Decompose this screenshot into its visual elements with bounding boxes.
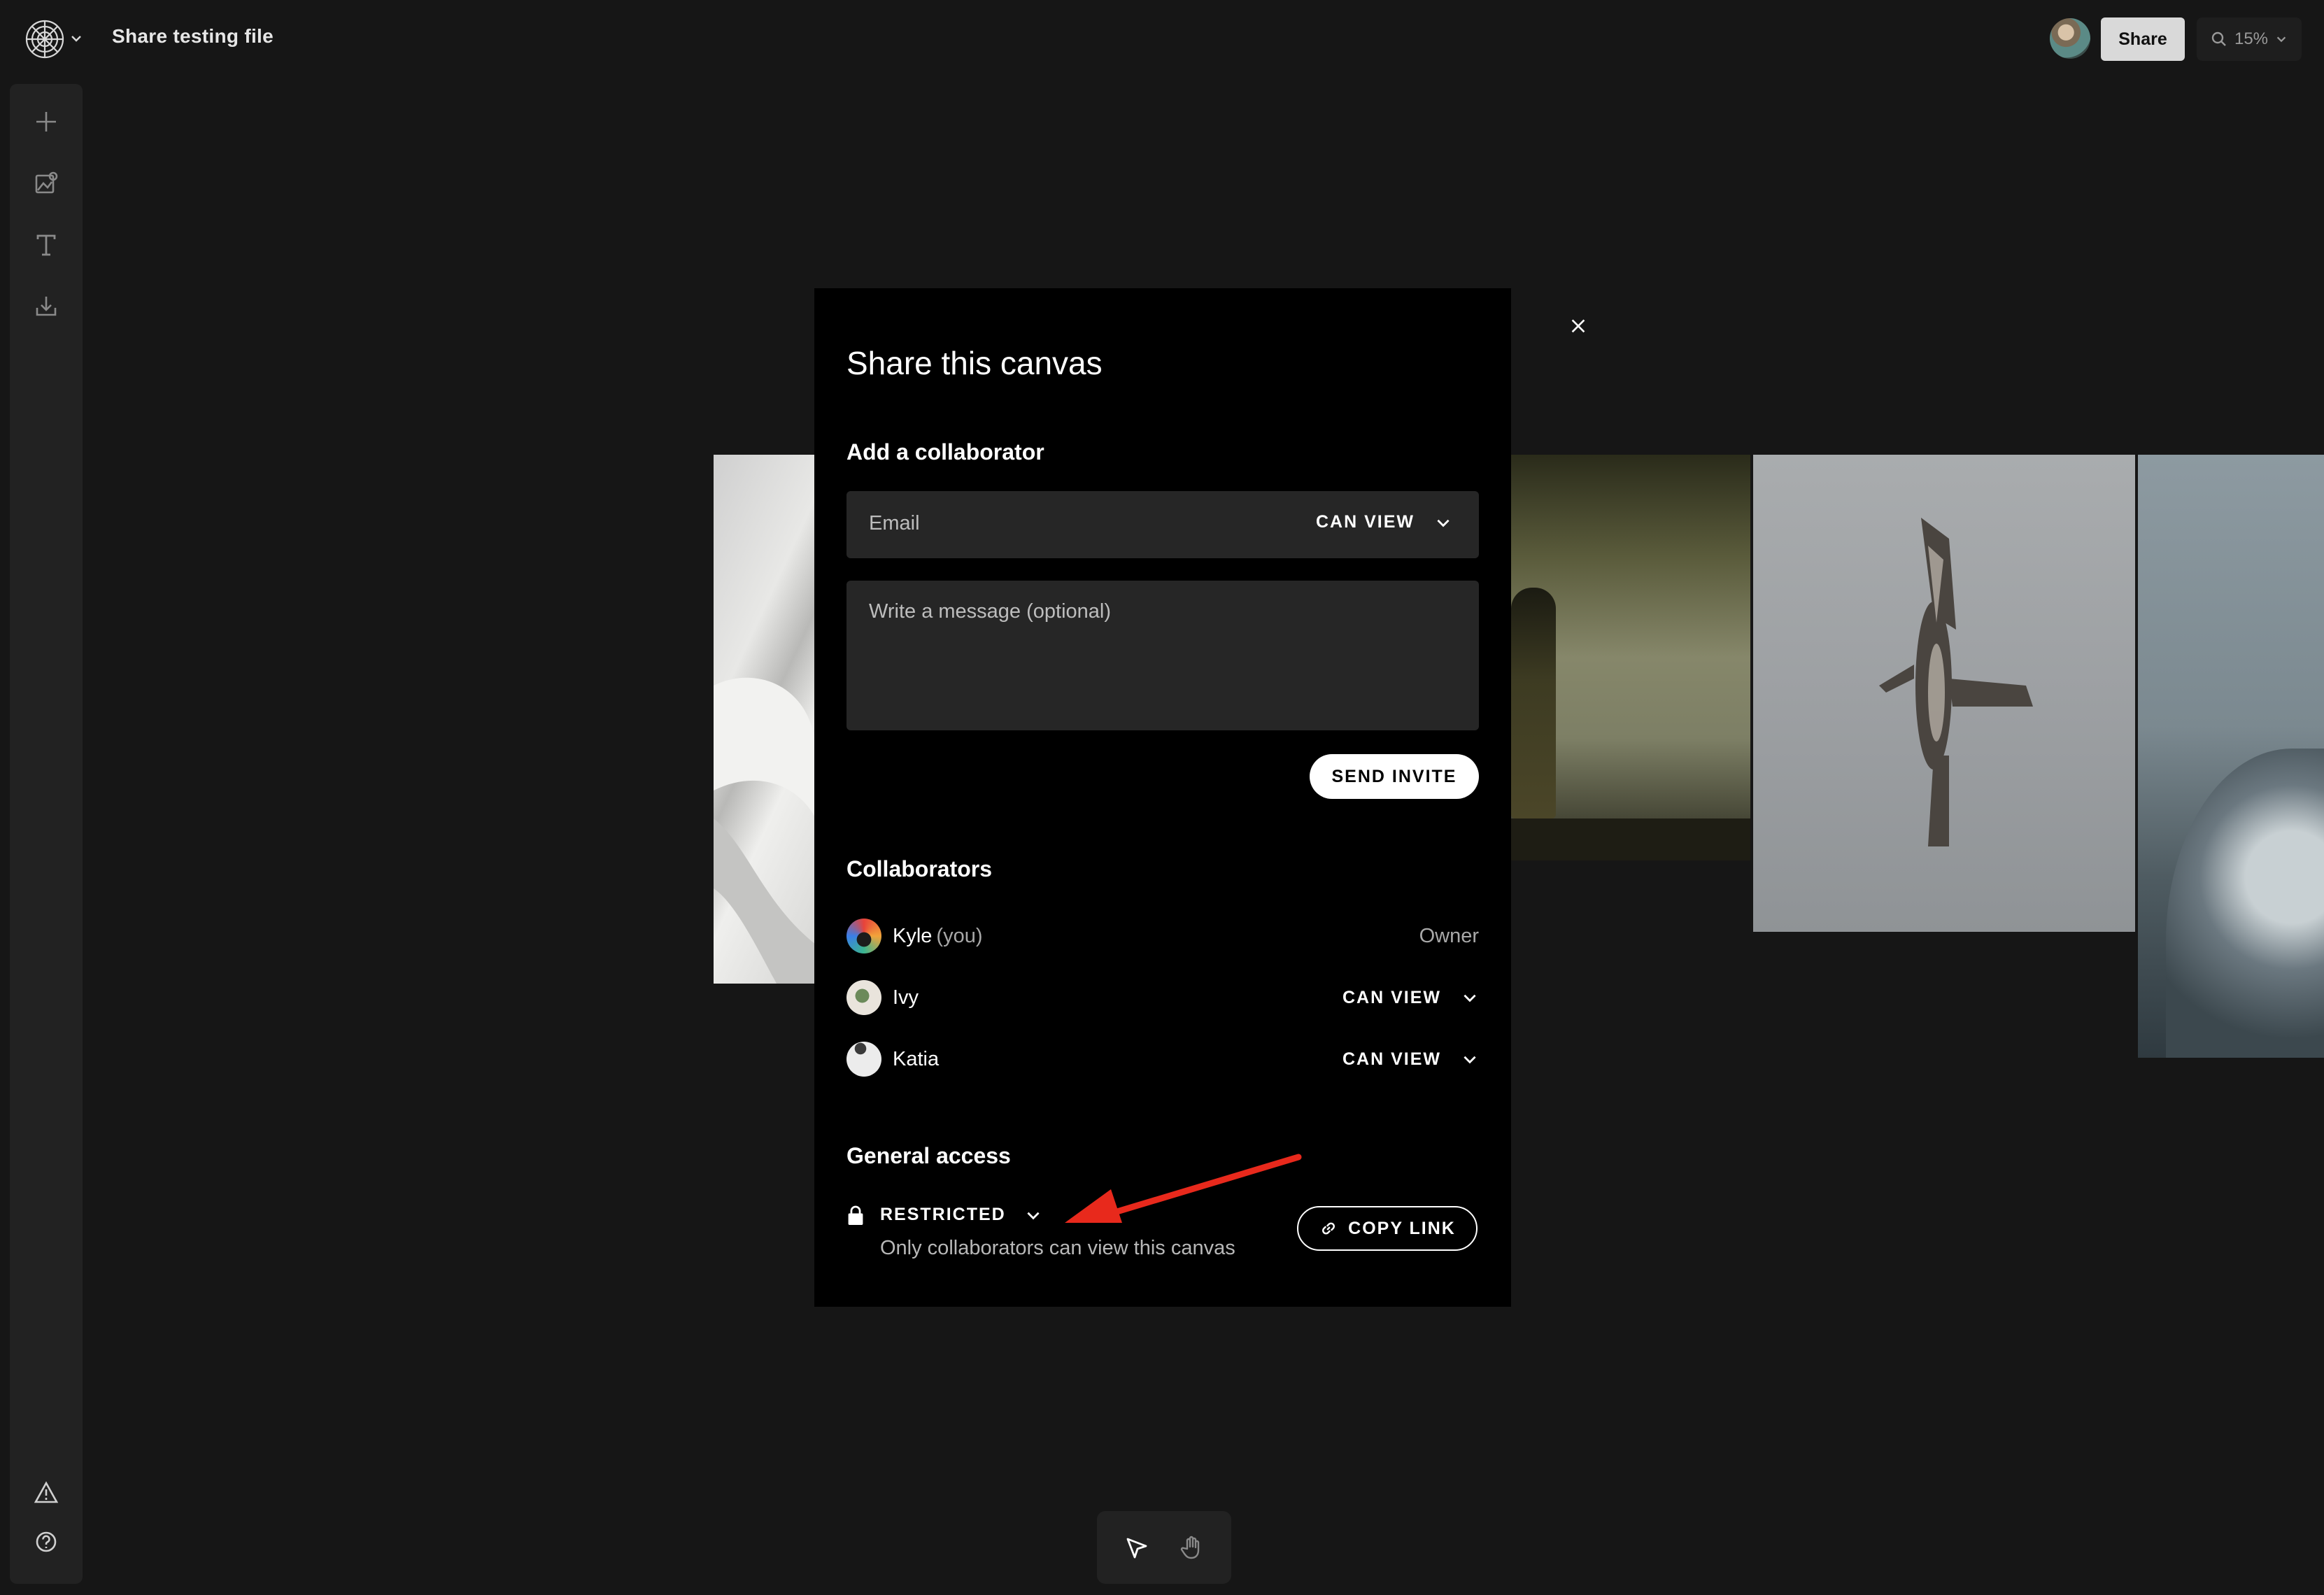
email-field[interactable]: Email CAN VIEW xyxy=(846,491,1479,558)
permission-select[interactable]: CAN VIEW xyxy=(1342,988,1479,1008)
collaborators-heading: Collaborators xyxy=(846,856,993,881)
message-placeholder: Write a message (optional) xyxy=(869,600,1112,623)
collaborator-name: Ivy xyxy=(893,986,919,1009)
chevron-down-icon xyxy=(1027,1212,1040,1219)
annotation-arrow xyxy=(1065,1154,1302,1223)
avatar xyxy=(846,1042,881,1077)
close-icon[interactable] xyxy=(1564,312,1592,340)
file-title[interactable]: Share testing file xyxy=(112,25,274,48)
send-invite-button[interactable]: SEND INVITE xyxy=(1310,754,1479,799)
add-collaborator-heading: Add a collaborator xyxy=(846,439,1044,465)
collaborator-row: Katia CAN VIEW xyxy=(846,1040,1479,1079)
chevron-down-icon[interactable] xyxy=(69,31,84,46)
chevron-down-icon xyxy=(1437,519,1450,527)
chevron-down-icon xyxy=(1464,994,1476,1002)
bottom-toolbar xyxy=(1097,1511,1231,1584)
message-field[interactable]: Write a message (optional) xyxy=(846,581,1479,730)
copy-link-label: COPY LINK xyxy=(1348,1218,1456,1238)
you-label: (you) xyxy=(936,924,983,947)
avatar xyxy=(846,980,881,1015)
zoom-level: 15% xyxy=(2234,29,2269,48)
left-toolbar xyxy=(10,84,83,1584)
permission-label: CAN VIEW xyxy=(1316,512,1415,532)
figure xyxy=(1511,588,1556,818)
pointer-icon[interactable] xyxy=(1121,1532,1152,1563)
canvas-image-mountain[interactable] xyxy=(2138,455,2324,1058)
logo-icon[interactable] xyxy=(24,17,69,62)
access-description: Only collaborators can view this canvas xyxy=(880,1237,1235,1259)
canvas-image-hawk[interactable] xyxy=(1753,455,2135,932)
warning-icon[interactable] xyxy=(31,1477,62,1508)
general-access-heading: General access xyxy=(846,1143,1011,1168)
upload-icon[interactable] xyxy=(31,291,62,322)
rock xyxy=(2166,749,2324,1058)
chevron-down-icon xyxy=(1464,1056,1476,1064)
canvas-image-fabric[interactable] xyxy=(714,455,816,984)
hand-icon[interactable] xyxy=(1177,1532,1207,1563)
text-icon[interactable] xyxy=(31,229,62,260)
image-icon[interactable] xyxy=(31,168,62,199)
share-button[interactable]: Share xyxy=(2101,17,2185,61)
chevron-down-icon xyxy=(2276,36,2286,43)
help-icon[interactable] xyxy=(31,1526,62,1557)
collaborator-row: Kyle (you) Owner xyxy=(846,916,1479,956)
access-level-select[interactable]: RESTRICTED xyxy=(880,1205,1042,1225)
plus-icon[interactable] xyxy=(31,106,62,137)
collaborator-row: Ivy CAN VIEW xyxy=(846,978,1479,1017)
user-avatar[interactable] xyxy=(2050,18,2090,59)
owner-label: Owner xyxy=(1419,924,1479,947)
collaborator-name: Kyle xyxy=(893,924,933,947)
collaborator-name: Katia xyxy=(893,1047,940,1070)
permission-select[interactable]: CAN VIEW xyxy=(1342,1049,1479,1070)
email-placeholder: Email xyxy=(869,512,920,534)
canvas-image-woman[interactable] xyxy=(1511,455,1750,860)
dialog-title: Share this canvas xyxy=(846,345,1103,381)
zoom-control[interactable]: 15% xyxy=(2197,17,2302,61)
copy-link-button[interactable]: COPY LINK xyxy=(1297,1206,1478,1251)
lock-icon xyxy=(846,1205,867,1230)
permission-label: CAN VIEW xyxy=(1342,987,1441,1007)
search-icon xyxy=(2211,31,2226,46)
email-permission-select[interactable]: CAN VIEW xyxy=(1316,512,1452,532)
permission-label: CAN VIEW xyxy=(1342,1049,1441,1069)
link-icon xyxy=(1322,1222,1335,1235)
access-level-label: RESTRICTED xyxy=(880,1205,1006,1224)
floor xyxy=(1511,818,1750,860)
avatar xyxy=(846,919,881,954)
